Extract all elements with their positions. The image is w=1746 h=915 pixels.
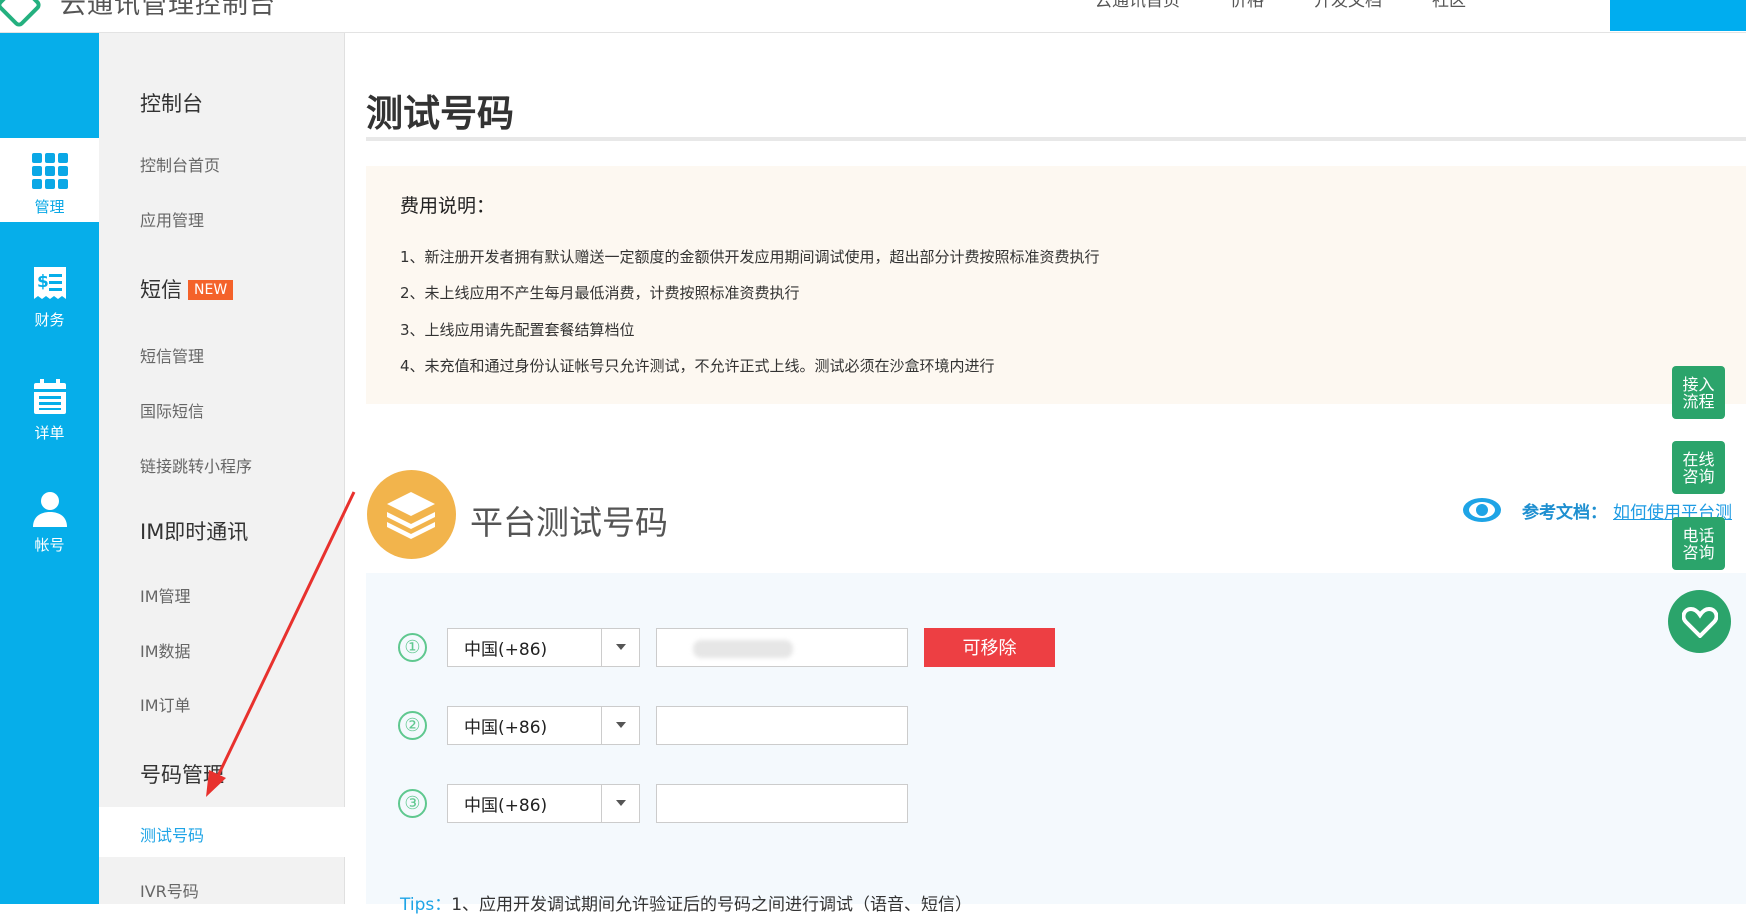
menu-selected-bg [99, 807, 345, 857]
menu-item-console-home[interactable]: 控制台首页 [140, 152, 220, 176]
float-phone-consult-button[interactable]: 电话咨询 [1672, 517, 1725, 570]
menu-item-app-management[interactable]: 应用管理 [140, 207, 204, 231]
menu-group-sms: 短信 NEW [140, 274, 234, 304]
country-select[interactable]: 中国(+86) [447, 783, 640, 823]
country-value: 中国(+86) [464, 639, 548, 660]
remove-button[interactable]: 可移除 [924, 627, 1055, 667]
side-menu: 控制台 控制台首页 应用管理 短信 NEW 短信管理 国际短信 链接跳转小程序 I… [99, 33, 345, 904]
menu-item-mini-program-link[interactable]: 链接跳转小程序 [140, 453, 252, 477]
country-value: 中国(+86) [464, 795, 548, 816]
platform-title: 平台测试号码 [470, 503, 668, 542]
main-content: 测试号码 费用说明： 1、新注册开发者拥有默认赠送一定额度的金额供开发应用期间调… [366, 33, 1746, 904]
menu-item-im-data[interactable]: IM数据 [140, 638, 191, 662]
float-online-consult-button[interactable]: 在线咨询 [1672, 441, 1725, 494]
top-header: 云通讯管理控制台 云通讯首页 价格 开发文档 社区 [0, 0, 1746, 33]
menu-group-numbers: 号码管理 [140, 763, 224, 787]
number-row: ① 中国(+86) 可移除 [398, 627, 1055, 667]
blurred-number [693, 639, 793, 658]
nav-home[interactable]: 云通讯首页 [1095, 0, 1180, 11]
ref-label: 参考文档： [1522, 502, 1607, 523]
float-label: 在线咨询 [1682, 449, 1715, 486]
fee-title: 费用说明： [400, 195, 496, 217]
float-label: 接入流程 [1682, 374, 1715, 411]
test-number-panel: ① 中国(+86) 可移除 ② 中国(+86) ③ 中国(+86) [366, 573, 1746, 904]
chevron-down-icon[interactable] [601, 784, 639, 822]
menu-item-ivr-numbers[interactable]: IVR号码 [140, 878, 199, 902]
invoice-icon: $ [33, 267, 66, 299]
logo-text: 云通讯管理控制台 [60, 0, 277, 20]
tips-label: Tips： [400, 895, 452, 915]
fee-line: 3、上线应用请先配置套餐结算档位 [400, 321, 635, 339]
tips-line: Tips：1、应用开发调试期间允许验证后的号码之间进行调试（语音、短信） [400, 890, 972, 915]
nav-docs[interactable]: 开发文档 [1314, 0, 1382, 11]
eye-icon [1463, 498, 1501, 522]
page-title: 测试号码 [366, 92, 514, 135]
logo[interactable]: 云通讯管理控制台 [0, 0, 277, 30]
rail-item-details[interactable]: 详单 [0, 364, 99, 448]
top-nav: 云通讯首页 价格 开发文档 社区 [1095, 0, 1466, 11]
icon-rail: 管理 $ 财务 详单 帐号 [0, 33, 99, 904]
rail-item-account[interactable]: 帐号 [0, 476, 99, 560]
fee-line: 1、新注册开发者拥有默认赠送一定额度的金额供开发应用期间调试使用，超出部分计费按… [400, 248, 1100, 266]
new-badge: NEW [188, 280, 234, 300]
rail-label: 管理 [34, 198, 65, 216]
rail-label: 帐号 [34, 536, 65, 554]
tips-text: 1、应用开发调试期间允许验证后的号码之间进行调试（语音、短信） [451, 895, 973, 915]
rail-item-manage[interactable]: 管理 [0, 138, 99, 222]
menu-item-im-orders[interactable]: IM订单 [140, 692, 191, 716]
logo-mark-icon [0, 0, 44, 30]
title-divider [366, 137, 1746, 141]
fee-line: 2、未上线应用不产生每月最低消费，计费按照标准资费执行 [400, 284, 800, 302]
number-row: ② 中国(+86) [398, 705, 908, 745]
fee-line: 4、未充值和通过身份认证帐号只允许测试，不允许正式上线。测试必须在沙盒环境内进行 [400, 357, 995, 375]
calendar-list-icon [33, 379, 66, 414]
float-label: 电话咨询 [1682, 525, 1715, 562]
float-access-flow-button[interactable]: 接入流程 [1672, 366, 1725, 419]
phone-input[interactable] [656, 783, 908, 823]
rail-label: 详单 [34, 424, 65, 442]
menu-group-im: IM即时通讯 [140, 520, 249, 544]
country-value: 中国(+86) [464, 717, 548, 738]
nav-community[interactable]: 社区 [1432, 0, 1466, 11]
heart-icon[interactable] [1668, 590, 1731, 653]
chevron-down-icon[interactable] [601, 628, 639, 666]
menu-item-intl-sms[interactable]: 国际短信 [140, 398, 204, 422]
menu-group-console: 控制台 [140, 92, 203, 116]
svg-text:$: $ [37, 272, 49, 292]
menu-item-sms-management[interactable]: 短信管理 [140, 343, 204, 367]
rail-label: 财务 [34, 311, 65, 329]
top-right-button[interactable] [1610, 0, 1746, 31]
chevron-down-icon[interactable] [601, 706, 639, 744]
row-index: ① [398, 632, 427, 662]
grid-icon [31, 153, 68, 189]
menu-item-im-management[interactable]: IM管理 [140, 583, 191, 607]
user-icon [32, 492, 67, 527]
country-select[interactable]: 中国(+86) [447, 705, 640, 745]
rail-item-finance[interactable]: $ 财务 [0, 251, 99, 335]
row-index: ③ [398, 788, 427, 818]
phone-input[interactable] [656, 705, 908, 745]
nav-pricing[interactable]: 价格 [1230, 0, 1264, 11]
menu-group-sms-label: 短信 [140, 278, 182, 302]
country-select[interactable]: 中国(+86) [447, 627, 640, 667]
layers-icon [367, 470, 456, 559]
phone-input[interactable] [656, 627, 908, 667]
number-row: ③ 中国(+86) [398, 783, 908, 823]
fee-notice: 费用说明： 1、新注册开发者拥有默认赠送一定额度的金额供开发应用期间调试使用，超… [366, 166, 1746, 404]
row-index: ② [398, 710, 427, 740]
menu-item-test-numbers[interactable]: 测试号码 [140, 822, 204, 846]
